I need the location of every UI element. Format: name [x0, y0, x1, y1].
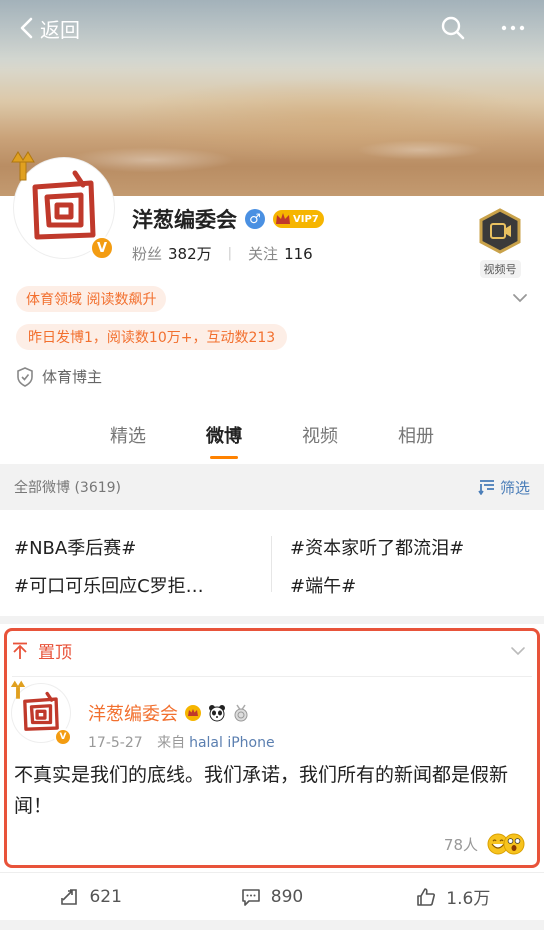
post-text: 不真实是我们的底线。我们承诺，我们所有的新闻都是假新闻！	[14, 764, 509, 817]
stats-row: 粉丝 382万 | 关注 116	[132, 243, 313, 264]
certification: 体育博主	[16, 366, 102, 387]
chevron-left-icon	[20, 17, 33, 39]
comment-count: 890	[270, 886, 304, 907]
topic-item[interactable]: #端午#	[290, 572, 356, 598]
comment-icon	[241, 888, 260, 906]
profile-name: 洋葱编委会	[132, 208, 237, 232]
back-label: 返回	[40, 17, 80, 42]
pin-icon	[13, 642, 27, 659]
follow-count[interactable]: 116	[284, 245, 313, 263]
profile-card: V 洋葱编委会 ♂ VIP7 粉丝 382万 | 关注 116 视频号 体育领域…	[0, 151, 544, 464]
topic-item[interactable]: #资本家听了都流泪#	[290, 534, 464, 560]
post-meta: 17-5-27 来自 halal iPhone	[88, 732, 275, 752]
like-button[interactable]: 1.6万	[363, 884, 544, 909]
panda-icon	[209, 705, 225, 722]
filter-bar: 全部微博 (3619) 筛选	[0, 464, 544, 510]
chevron-down-icon[interactable]	[512, 290, 528, 306]
top-nav: 返回	[0, 0, 544, 56]
comment-button[interactable]: 890	[181, 887, 362, 907]
back-button[interactable]: 返回	[18, 14, 80, 43]
verified-badge: V	[90, 236, 114, 260]
follow-label: 关注	[248, 245, 279, 263]
post-actions: 621 890 1.6万	[0, 872, 544, 920]
tab-album[interactable]: 相册	[368, 410, 464, 464]
repost-count: 621	[89, 886, 122, 907]
pinned-post[interactable]: 置顶 V 洋葱编委会 17-5-27 来自 halal iPhone 不真实是我…	[0, 624, 544, 872]
vip-badge[interactable]: VIP7	[273, 210, 324, 228]
topic-item[interactable]: #可口可乐回应C罗拒…	[14, 572, 204, 598]
all-posts-count: 全部微博 (3619)	[14, 480, 122, 496]
profile-tabs: 精选 微博 视频 相册	[0, 410, 544, 464]
topics-grid: #NBA季后赛# #资本家听了都流泪# #可口可乐回应C罗拒… #端午#	[0, 510, 544, 616]
section-gap	[0, 616, 544, 624]
vip-crown-icon	[276, 213, 290, 224]
tab-video[interactable]: 视频	[272, 410, 368, 464]
certification-label: 体育博主	[42, 368, 103, 386]
topics-divider	[271, 536, 272, 592]
gender-male-icon: ♂	[245, 209, 265, 229]
chevron-down-icon[interactable]	[510, 644, 526, 658]
filter-button[interactable]: 筛选	[478, 477, 530, 498]
video-account-badge[interactable]: 视频号	[470, 208, 530, 278]
vip-crown-icon	[185, 705, 201, 721]
post-avatar[interactable]: V	[10, 680, 74, 748]
repost-button[interactable]: 621	[0, 887, 181, 907]
like-count: 1.6万	[446, 889, 491, 909]
fans-label: 粉丝	[132, 245, 163, 263]
post-source[interactable]: halal iPhone	[189, 735, 275, 751]
filter-label: 筛选	[499, 478, 530, 497]
readers-count: 78人	[444, 832, 526, 856]
crown-decoration-icon	[11, 151, 35, 181]
repost-icon	[61, 888, 78, 905]
crown-decoration-icon	[10, 680, 26, 699]
emoji-reactions-icon	[487, 833, 525, 855]
post-date: 17-5-27	[88, 735, 143, 751]
medal-icon	[234, 704, 248, 722]
divider	[12, 676, 532, 677]
bottom-strip	[0, 920, 544, 930]
filter-icon	[478, 480, 494, 495]
more-icon[interactable]	[500, 15, 526, 41]
pinned-label-row: 置顶	[12, 638, 72, 663]
activity-tag[interactable]: 昨日发博1，阅读数10万+，互动数213	[16, 324, 288, 350]
tab-weibo[interactable]: 微博	[176, 410, 272, 464]
post-author[interactable]: 洋葱编委会	[88, 700, 178, 726]
vip-label: VIP7	[293, 213, 319, 225]
readers-label: 78人	[443, 835, 478, 854]
avatar[interactable]: V	[11, 151, 124, 268]
pinned-label: 置顶	[38, 643, 72, 663]
shield-check-icon	[17, 366, 33, 387]
video-account-label: 视频号	[479, 260, 521, 278]
verified-badge: V	[54, 728, 72, 746]
field-tag[interactable]: 体育领域 阅读数飙升	[16, 286, 167, 312]
video-account-icon	[479, 208, 521, 254]
post-source-prefix: 来自	[157, 735, 186, 751]
search-icon[interactable]	[440, 15, 466, 41]
tab-featured[interactable]: 精选	[80, 410, 176, 464]
fans-count[interactable]: 382万	[168, 243, 212, 264]
thumbs-up-icon	[417, 887, 436, 906]
topic-item[interactable]: #NBA季后赛#	[14, 534, 136, 560]
